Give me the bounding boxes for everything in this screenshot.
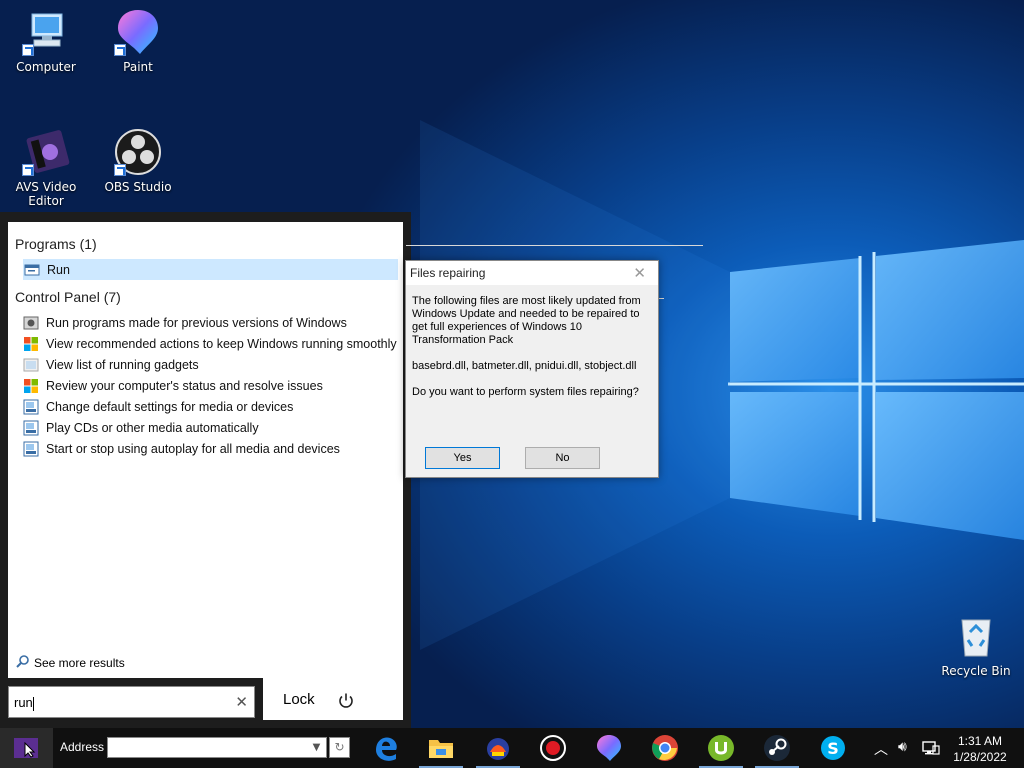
power-icon[interactable] <box>337 692 355 710</box>
text-caret <box>32 696 34 711</box>
paint-icon <box>597 735 621 761</box>
record-icon <box>540 735 566 761</box>
files-repairing-dialog: Files repairing ✕ The following files ar… <box>405 260 659 478</box>
chevron-down-icon[interactable]: ▼ <box>306 737 327 758</box>
action-center-icon <box>23 378 39 394</box>
desktop-icon-label: AVS Video Editor <box>15 180 77 208</box>
see-more-results-link[interactable]: See more results <box>16 654 125 671</box>
desktop-icon-paint[interactable]: Paint <box>92 8 184 74</box>
shortcut-arrow-icon <box>114 44 126 56</box>
start-search-input[interactable]: run ✕ <box>8 686 255 718</box>
desktop-icon-label: Computer <box>16 60 76 74</box>
result-label: Review your computer's status and resolv… <box>46 378 323 393</box>
result-compatibility[interactable]: Run programs made for previous versions … <box>23 312 398 333</box>
chrome-icon <box>652 735 678 761</box>
result-label: View recommended actions to keep Windows… <box>46 336 397 351</box>
volume-icon[interactable]: 🔊︎ <box>898 739 907 755</box>
taskbar-app-steam[interactable] <box>753 728 801 768</box>
mouse-pointer-icon <box>24 742 36 758</box>
edge-icon <box>376 737 397 761</box>
result-running-gadgets[interactable]: View list of running gadgets <box>23 354 398 375</box>
desktop-icon-label: OBS Studio <box>104 180 172 194</box>
taskbar-app-paint[interactable] <box>585 728 633 768</box>
desktop-icon-avs-video-editor[interactable]: AVS Video Editor <box>0 128 92 208</box>
refresh-icon[interactable]: ↻ <box>329 737 350 758</box>
close-icon[interactable]: ✕ <box>633 264 646 282</box>
lock-button[interactable]: Lock <box>283 691 315 708</box>
utorrent-icon <box>708 735 734 761</box>
clear-search-icon[interactable]: ✕ <box>235 693 248 711</box>
dialog-titlebar[interactable]: Files repairing ✕ <box>406 261 658 285</box>
steam-icon <box>764 735 790 761</box>
autoplay-icon <box>23 441 39 457</box>
avs-video-editor-icon <box>22 128 70 176</box>
desktop-icon-obs-studio[interactable]: OBS Studio <box>92 128 184 194</box>
taskbar-app-utorrent[interactable] <box>697 728 745 768</box>
taskbar-clock[interactable]: 1:31 AM 1/28/2022 <box>948 733 1012 765</box>
recycle-bin-icon <box>952 612 1000 660</box>
desktop-icon-computer[interactable]: Computer <box>0 8 92 74</box>
chevron-up-icon[interactable]: ︿ <box>874 739 888 759</box>
taskbar-app-skype[interactable]: S <box>809 728 857 768</box>
action-center-icon <box>23 336 39 352</box>
search-input-value: run <box>14 695 33 710</box>
taskbar-app-chrome[interactable] <box>641 728 689 768</box>
taskbar: Address ▼ ↻ S ︿ 🔊︎ 1:31 AM 1/28/2022 <box>0 728 1024 768</box>
taskbar-app-edge[interactable] <box>362 728 410 768</box>
programs-header: Programs (1) <box>15 236 703 252</box>
result-label: Start or stop using autoplay for all med… <box>46 441 340 456</box>
clock-date: 1/28/2022 <box>953 750 1007 764</box>
network-icon[interactable] <box>922 740 940 756</box>
gadgets-icon <box>23 357 39 373</box>
search-results-panel: Programs (1) Run Control Panel (7) Run p… <box>8 222 703 678</box>
app-icon <box>487 738 509 760</box>
address-input[interactable] <box>107 737 327 758</box>
dialog-title: Files repairing <box>410 266 486 280</box>
address-label: Address <box>60 740 105 754</box>
desktop-icon-label: Paint <box>123 60 153 74</box>
dialog-files: basebrd.dll, batmeter.dll, pnidui.dll, s… <box>412 360 637 372</box>
result-label: Change default settings for media or dev… <box>46 399 294 414</box>
autoplay-icon <box>23 420 39 436</box>
result-play-cds[interactable]: Play CDs or other media automatically <box>23 417 398 438</box>
compatibility-icon <box>23 315 39 331</box>
result-label: Run programs made for previous versions … <box>46 315 347 330</box>
no-button[interactable]: No <box>525 447 600 469</box>
recycle-bin-label: Recycle Bin <box>941 664 1011 678</box>
result-label: Run <box>47 262 70 277</box>
obs-studio-icon <box>114 128 162 176</box>
shortcut-arrow-icon <box>22 164 34 176</box>
clock-time: 1:31 AM <box>957 734 1003 748</box>
taskbar-app-file-explorer[interactable] <box>417 728 465 768</box>
result-computer-status[interactable]: Review your computer's status and resolv… <box>23 375 398 396</box>
skype-icon: S <box>821 736 845 760</box>
desktop-icon-recycle-bin[interactable]: Recycle Bin <box>930 612 1022 678</box>
autoplay-icon <box>23 399 39 415</box>
result-label: Play CDs or other media automatically <box>46 420 259 435</box>
result-media-defaults[interactable]: Change default settings for media or dev… <box>23 396 398 417</box>
lock-area: Lock <box>263 678 403 720</box>
control-panel-header: Control Panel (7) <box>15 289 664 305</box>
file-explorer-icon <box>429 740 453 758</box>
svg-text:S: S <box>827 739 839 758</box>
dialog-question: Do you want to perform system files repa… <box>412 386 639 398</box>
see-more-label: See more results <box>34 655 125 670</box>
taskbar-app-recorder[interactable] <box>529 728 577 768</box>
dialog-body: The following files are most likely upda… <box>412 295 652 412</box>
start-button[interactable] <box>0 728 53 768</box>
result-autoplay[interactable]: Start or stop using autoplay for all med… <box>23 438 398 459</box>
shortcut-arrow-icon <box>22 44 34 56</box>
yes-button[interactable]: Yes <box>425 447 500 469</box>
result-label: View list of running gadgets <box>46 357 199 372</box>
paint-icon <box>114 8 162 56</box>
result-recommended-actions[interactable]: View recommended actions to keep Windows… <box>23 333 398 354</box>
run-icon <box>24 262 40 278</box>
taskbar-app-unknown[interactable] <box>474 728 522 768</box>
shortcut-arrow-icon <box>114 164 126 176</box>
computer-icon <box>22 8 70 56</box>
dialog-message: The following files are most likely upda… <box>412 295 641 346</box>
result-run[interactable]: Run <box>23 259 398 280</box>
search-icon <box>16 654 30 671</box>
